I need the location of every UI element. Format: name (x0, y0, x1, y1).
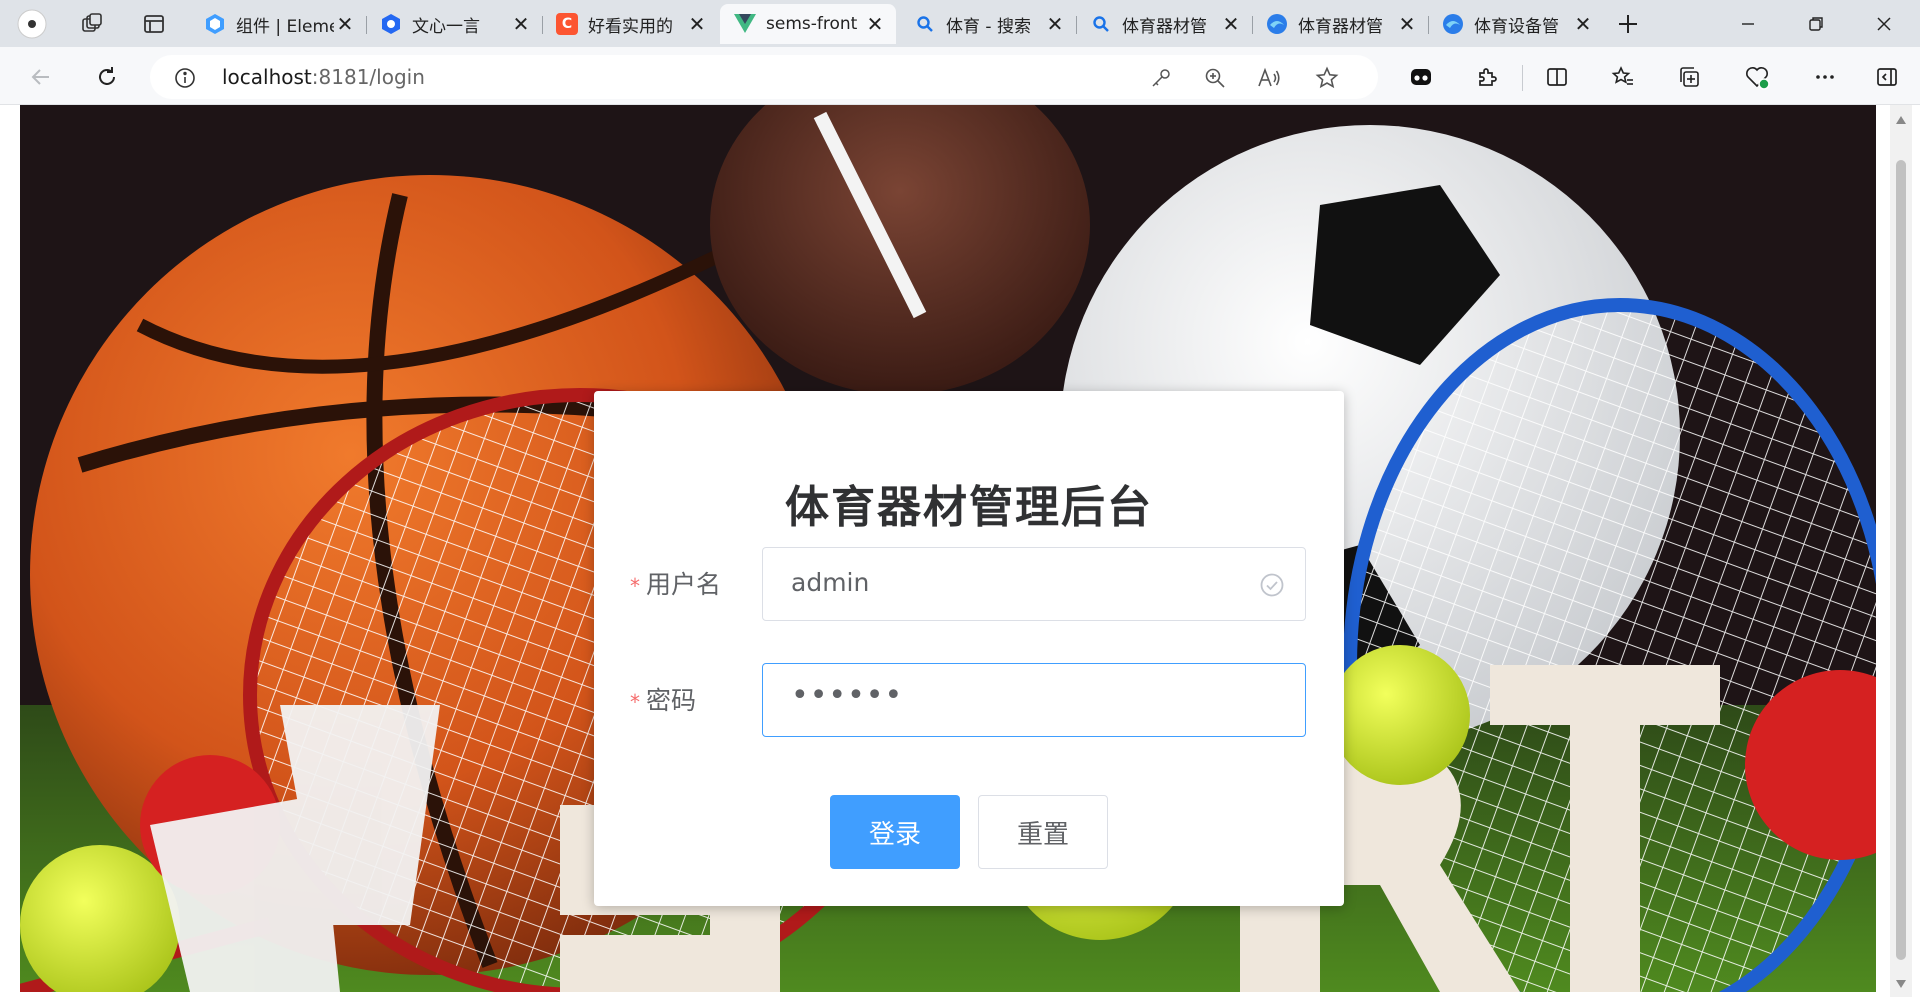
password-input[interactable]: •••••• (762, 663, 1306, 737)
restore-button[interactable] (1782, 0, 1850, 47)
workspaces-icon[interactable] (74, 6, 110, 42)
tab-device-manage[interactable]: 体育设备管 ✕ (1428, 4, 1604, 44)
tab-title: 体育设备管 (1474, 16, 1559, 37)
search-icon (914, 13, 936, 35)
username-input[interactable]: admin (762, 547, 1306, 621)
tab-title: 组件 | Element (236, 16, 334, 37)
scroll-thumb[interactable] (1896, 160, 1906, 960)
browser-essentials-icon[interactable] (1738, 58, 1776, 96)
password-label-text: 密码 (646, 686, 697, 715)
tab-element[interactable]: 组件 | Element ✕ (190, 4, 366, 44)
split-screen-icon[interactable] (1538, 58, 1576, 96)
vue-icon (734, 13, 756, 35)
new-tab-button[interactable] (1610, 6, 1646, 42)
close-window-button[interactable] (1850, 0, 1918, 47)
profile-avatar[interactable] (14, 6, 50, 42)
refresh-button[interactable] (88, 58, 126, 96)
c-logo-icon: C (556, 13, 578, 35)
close-icon[interactable]: ✕ (1572, 12, 1594, 36)
close-icon[interactable]: ✕ (686, 12, 708, 36)
reset-button[interactable]: 重置 (978, 795, 1108, 869)
tab-equipment-manage[interactable]: 体育器材管 ✕ (1252, 4, 1428, 44)
extension-icon[interactable] (1402, 58, 1440, 96)
favorites-icon[interactable] (1604, 58, 1642, 96)
search-icon (1090, 13, 1112, 35)
scroll-down-icon[interactable] (1895, 979, 1907, 989)
close-icon[interactable]: ✕ (334, 12, 356, 36)
tab-sems-front[interactable]: sems-front ✕ (720, 4, 896, 44)
tab-wenxin[interactable]: 文心一言 ✕ (366, 4, 542, 44)
url-text[interactable]: localhost:8181/login (222, 65, 425, 89)
favorite-star-icon[interactable] (1310, 61, 1344, 95)
scroll-up-icon[interactable] (1895, 115, 1907, 125)
password-value: •••••• (791, 678, 904, 713)
close-icon[interactable]: ✕ (1396, 12, 1418, 36)
check-circle-icon (1260, 573, 1284, 597)
username-value: admin (791, 568, 870, 597)
key-icon[interactable] (1144, 61, 1178, 95)
more-options-icon[interactable] (1806, 58, 1844, 96)
page-viewport: 体育器材管理后台 * 用户名 admin * 密码 •••••• 登录 重置 (20, 105, 1876, 992)
edge-globe-icon (1442, 13, 1464, 35)
close-icon[interactable]: ✕ (510, 12, 532, 36)
back-button[interactable] (22, 58, 60, 96)
edge-globe-icon (1266, 13, 1288, 35)
url-host: localhost (222, 65, 312, 89)
close-icon[interactable]: ✕ (1220, 12, 1242, 36)
login-button[interactable]: 登录 (830, 795, 960, 869)
tab-actions-icon[interactable] (136, 6, 172, 42)
tab-title: 好看实用的 (588, 16, 673, 37)
tab-csdn[interactable]: C 好看实用的 ✕ (542, 4, 718, 44)
site-info-icon[interactable] (168, 61, 202, 95)
login-card: 体育器材管理后台 * 用户名 admin * 密码 •••••• 登录 重置 (594, 391, 1344, 906)
browser-tab-strip: 组件 | Element ✕ 文心一言 ✕ C 好看实用的 ✕ sems-fro… (0, 0, 1920, 47)
tab-search-equipment[interactable]: 体育器材管 ✕ (1076, 4, 1252, 44)
tab-title: 体育器材管 (1298, 16, 1383, 37)
password-label: * 密码 (630, 681, 696, 717)
sidebar-toggle-icon[interactable] (1868, 58, 1906, 96)
element-hex-icon (204, 13, 226, 35)
wenxin-icon (380, 13, 402, 35)
required-mark: * (630, 690, 640, 714)
zoom-icon[interactable] (1198, 61, 1232, 95)
tab-search-sports[interactable]: 体育 - 搜索 ✕ (900, 4, 1076, 44)
toolbar-divider (1522, 65, 1523, 91)
extensions-puzzle-icon[interactable] (1468, 58, 1506, 96)
tab-title: 文心一言 (412, 16, 480, 37)
page-scrollbar[interactable] (1890, 105, 1912, 997)
browser-toolbar: localhost:8181/login (0, 47, 1920, 105)
read-aloud-icon[interactable] (1252, 61, 1286, 95)
minimize-button[interactable] (1714, 0, 1782, 47)
collections-icon[interactable] (1670, 58, 1708, 96)
tab-title: 体育器材管 (1122, 16, 1207, 37)
page-title: 体育器材管理后台 (785, 482, 1153, 533)
tab-title: 体育 - 搜索 (946, 16, 1031, 37)
required-mark: * (630, 574, 640, 598)
close-icon[interactable]: ✕ (1044, 12, 1066, 36)
tab-title: sems-front (766, 14, 858, 34)
url-path: :8181/login (311, 65, 425, 89)
username-label-text: 用户名 (646, 570, 722, 599)
address-bar[interactable]: localhost:8181/login (150, 55, 1378, 99)
username-label: * 用户名 (630, 565, 721, 601)
close-icon[interactable]: ✕ (864, 12, 886, 36)
